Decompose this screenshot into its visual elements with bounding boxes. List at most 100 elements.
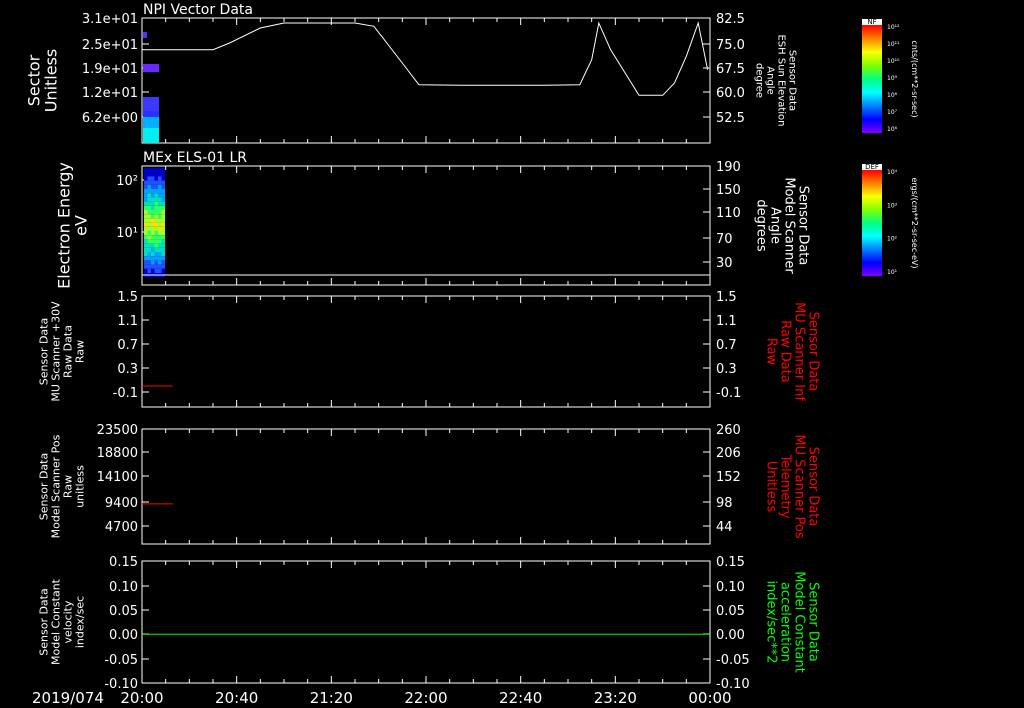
spectrogram-cell: [154, 260, 158, 265]
spectrogram-cell: [147, 252, 151, 257]
spectrogram-cell: [158, 231, 162, 236]
spectrogram-cell: [158, 205, 162, 210]
spectrogram-cell: [151, 193, 155, 198]
y-tick-label-left: 3.1e+01: [82, 12, 138, 27]
spectrogram-cell: [147, 222, 151, 227]
colorbar-unit-label: ergs/(cm**2-sr-sec-eV): [910, 177, 919, 268]
spectrogram-cell: [161, 235, 165, 240]
spectrogram-cell: [151, 201, 155, 206]
spectrogram-cell: [158, 176, 162, 181]
y-tick-label-left: 4700: [105, 520, 138, 535]
y-axis-label-line: Unitless: [42, 49, 61, 113]
colorbar-tick-label: 10⁸: [887, 92, 898, 99]
spectrogram-cell: [147, 256, 151, 261]
spectrogram-cell: [154, 176, 158, 181]
y-tick-label-right: -0.1: [716, 386, 741, 401]
spectrogram-cell: [151, 243, 155, 248]
spectrogram-cell: [158, 172, 162, 177]
y-tick-label-left: 0.05: [109, 604, 138, 619]
spectrogram-cell: [144, 264, 148, 269]
spectrogram-cell: [158, 239, 162, 244]
spectrogram-cell: [158, 214, 162, 219]
spectrogram-cell: [147, 231, 151, 236]
spectrogram-cell: [147, 201, 151, 206]
spectrogram-cell: [151, 222, 155, 227]
spectrogram-cell: [144, 239, 148, 244]
spectrogram-cell: [161, 256, 165, 261]
spectrogram-cell: [154, 243, 158, 248]
y-tick-label-left: 1.2e+01: [82, 86, 138, 101]
spectrogram-cell: [147, 176, 151, 181]
spectrogram-cell: [144, 268, 148, 273]
spectrogram-cell: [147, 235, 151, 240]
y-axis-label-right-line: Sensor Data: [806, 582, 821, 662]
spectrogram-cell: [154, 239, 158, 244]
y-axis-label-right-line: Model Scanner: [782, 177, 797, 274]
spectrogram-cell: [151, 268, 155, 273]
spectrogram-cell: [147, 189, 151, 194]
y-tick-label-right: -0.05: [716, 653, 750, 668]
spectrogram-cell: [161, 197, 165, 202]
y-tick-label-right: 110: [716, 206, 741, 221]
colorbar-tick-label: 10⁶: [887, 126, 898, 133]
spectrogram-cell: [161, 243, 165, 248]
y-axis-label-right-line: Angle: [768, 207, 783, 244]
spectrogram-cell: [158, 268, 162, 273]
spectrogram-cell: [161, 168, 165, 173]
y-axis-label-right-line: Telemetry: [778, 453, 793, 518]
y-tick-label-right: 0.05: [716, 604, 745, 619]
spectrogram-cell: [144, 243, 148, 248]
colorbar-label-nf: NF: [867, 18, 876, 26]
y-axis-label-line: Raw: [74, 340, 87, 363]
spectrogram-cell: [144, 189, 148, 194]
y-axis-label-line: eV: [72, 215, 91, 236]
spectrogram-cell: [144, 193, 148, 198]
colorbar-tick-label: 10³: [887, 202, 898, 209]
spectrogram-cell: [151, 214, 155, 219]
spectrogram-cell: [154, 252, 158, 257]
spectrogram-cell: [158, 180, 162, 185]
x-tick-label: 22:40: [499, 689, 542, 707]
spectrogram-cell: [158, 168, 162, 173]
spectrogram-cell: [158, 252, 162, 257]
y-tick-label-left: 14100: [97, 470, 138, 485]
spectrogram-cell: [158, 193, 162, 198]
spectrogram-cell: [161, 247, 165, 252]
y-tick-label-right: 0.15: [716, 555, 745, 570]
spectrogram-cell: [147, 214, 151, 219]
spectrogram-cell: [154, 197, 158, 202]
y-axis-label-right-line: Model Constant: [792, 571, 807, 673]
y-tick-label-right: 52.5: [716, 111, 745, 126]
spectrogram-cell: [154, 264, 158, 269]
heatmap-cell: [143, 64, 159, 72]
spectrogram-cell: [147, 239, 151, 244]
spectrogram-cell: [154, 210, 158, 215]
spectrogram-cell: [147, 180, 151, 185]
spectrogram-cell: [151, 197, 155, 202]
x-tick-label: 21:20: [310, 689, 353, 707]
y-axis-label-left: Electron EnergyeV: [55, 162, 91, 289]
x-tick-label: 22:00: [404, 689, 447, 707]
y-tick-label-right: 98: [716, 496, 733, 511]
y-axis-label-right-line: index/sec**2: [764, 580, 779, 663]
y-tick-label-left: 10²: [116, 174, 138, 189]
spectrogram-cell: [161, 260, 165, 265]
y-tick-label-right: 75.0: [716, 38, 745, 53]
y-tick-label-left: 1.1: [117, 314, 138, 329]
spectrogram-cell: [158, 264, 162, 269]
spectrogram-cell: [161, 218, 165, 223]
panel-frame: [141, 428, 711, 545]
spectrogram-cell: [151, 168, 155, 173]
spectrogram-cell: [158, 235, 162, 240]
y-tick-label-right: 206: [716, 446, 741, 461]
spectrogram-cell: [154, 268, 158, 273]
spectrogram-cell: [151, 256, 155, 261]
spectrogram-cell: [151, 260, 155, 265]
panel-title: NPI Vector Data: [143, 2, 253, 18]
spectrogram-cell: [154, 256, 158, 261]
spectrogram-cell: [147, 184, 151, 189]
y-tick-label-left: -0.1: [113, 386, 138, 401]
spectrogram-cell: [158, 247, 162, 252]
spectrogram-cell: [151, 205, 155, 210]
y-tick-label-left: 10¹: [116, 226, 138, 241]
